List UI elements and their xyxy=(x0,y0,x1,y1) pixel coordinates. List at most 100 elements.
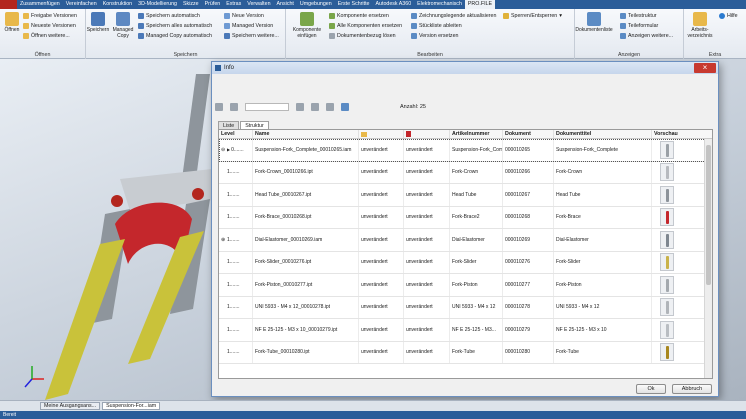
preview-thumbnail[interactable] xyxy=(660,185,674,204)
vertical-scrollbar[interactable] xyxy=(704,139,712,378)
ribbon-tab[interactable]: Konstruktion xyxy=(100,0,135,9)
ok-button[interactable]: Ok xyxy=(636,384,666,394)
komponente-ersetzen-button[interactable]: Komponente ersetzen xyxy=(329,12,389,20)
ribbon-tab[interactable]: 3D-Modellierung xyxy=(135,0,180,9)
col-level[interactable]: Level xyxy=(219,130,253,138)
grid-rows: ⊖ ▶ 0....... Suspension-Fork_Complete_00010… xyxy=(219,139,706,364)
copy-icon xyxy=(138,33,144,39)
ribbon-tab[interactable]: Skizze xyxy=(180,0,202,9)
ribbon-tab[interactable]: PRO.FILE xyxy=(464,0,496,9)
document-tab[interactable]: Meine Ausgangsans... xyxy=(40,402,101,410)
col-vorschau[interactable]: Vorschau xyxy=(652,130,712,138)
structure-icon[interactable] xyxy=(341,103,349,111)
version-ersetzen-button[interactable]: Version ersetzen xyxy=(411,32,458,40)
part-thumbnail-icon xyxy=(666,346,669,360)
table-row[interactable]: 1....... Fork-Crown_00010266.ipt unverände… xyxy=(219,161,706,184)
table-row[interactable]: 1....... Head Tube_00010267.ipt unveränder… xyxy=(219,184,706,207)
speichern-alles-automatisch-button[interactable]: Speichern alles automatisch xyxy=(138,22,212,30)
preview-thumbnail[interactable] xyxy=(660,253,674,272)
col-artikelnummer[interactable]: Artikelnummer xyxy=(450,130,503,138)
preview-thumbnail[interactable] xyxy=(660,320,674,339)
group-label-speichern: Speichern xyxy=(173,52,198,58)
ribbon-tab[interactable]: Umgebungen xyxy=(297,0,335,9)
list-view-icon[interactable] xyxy=(230,103,238,111)
col-name[interactable]: Name xyxy=(253,130,359,138)
version-icon xyxy=(224,23,230,29)
cell-title: UNI 5933 - M4 x 12 xyxy=(554,296,652,318)
application-menu-button[interactable] xyxy=(0,0,17,9)
speichern-automatisch-button[interactable]: Speichern automatisch xyxy=(138,12,200,20)
preview-thumbnail[interactable] xyxy=(660,163,674,182)
oeffnen-button[interactable]: Öffnen xyxy=(0,12,24,33)
scrollbar-thumb[interactable] xyxy=(706,145,711,285)
ribbon-tab[interactable]: Extras xyxy=(223,0,244,9)
document-tab[interactable]: Suspension-For...iam xyxy=(102,402,161,410)
dokumentenbezug-loesen-button[interactable]: Dokumentenbezug lösen xyxy=(329,32,396,40)
group-oeffnen: Öffnen Freigabe Versionen Neueste Versio… xyxy=(0,9,86,59)
ribbon-tab[interactable]: Prüfen xyxy=(202,0,224,9)
table-row[interactable]: 1....... UNI 5933 - M4 x 12_00010278.ipt u… xyxy=(219,296,706,319)
preview-thumbnail[interactable] xyxy=(660,208,674,227)
table-row[interactable]: ⊖ ▶ 0....... Suspension-Fork_Complete_00010… xyxy=(219,139,706,162)
undo-icon[interactable] xyxy=(326,103,334,111)
ribbon-tab[interactable]: Vereinfachen xyxy=(63,0,100,9)
preview-thumbnail[interactable] xyxy=(660,275,674,294)
speichern-weitere-button[interactable]: Speichern weitere... xyxy=(224,32,279,40)
cancel-button[interactable]: Abbruch xyxy=(672,384,712,394)
table-row[interactable]: 1....... Fork-Tube_00010280.ipt unveränder… xyxy=(219,341,706,364)
sperren-entsperren-button[interactable]: Sperren/Entsperren ▾ xyxy=(503,12,562,20)
preview-thumbnail[interactable] xyxy=(660,230,674,249)
table-row[interactable]: ⊕ 1....... Dial-Elastomer_00010269.iam unve… xyxy=(219,229,706,252)
cell-text-article: Suspension-Fork_Complete xyxy=(452,146,503,153)
ribbon-tab[interactable]: Elektromechanisch xyxy=(414,0,465,9)
teileformular-button[interactable]: Teileformular xyxy=(620,22,658,30)
ribbon-tab[interactable]: Verwalten xyxy=(244,0,273,9)
komponente-einfuegen-button[interactable]: Komponente einfügen xyxy=(288,12,326,39)
managed-copy-button[interactable]: Managed Copy xyxy=(111,12,135,39)
ribbon-tab[interactable]: Zusammenfügen xyxy=(17,0,63,9)
arbeitsverzeichnis-button[interactable]: Arbeits-verzeichnis xyxy=(685,12,715,39)
oeffnen-weitere-button[interactable]: Öffnen weitere... xyxy=(23,32,70,40)
hilfe-button[interactable]: Hilfe xyxy=(719,12,738,20)
dialog-titlebar[interactable]: Info × xyxy=(212,62,718,74)
dialog-toolbar xyxy=(215,101,356,113)
table-row[interactable]: 1....... Fork-Slider_00010276.ipt unveränd… xyxy=(219,251,706,274)
managed-copy-automatisch-button[interactable]: Managed Copy automatisch xyxy=(138,32,212,40)
unlink-icon xyxy=(329,33,335,39)
preview-thumbnail[interactable] xyxy=(660,343,674,362)
table-row[interactable]: 1....... Fork-Piston_00010277.ipt unveränd… xyxy=(219,274,706,297)
cell-s1: unverändert xyxy=(359,184,404,206)
freigabe-versionen-button[interactable]: Freigabe Versionen xyxy=(23,12,77,20)
anzeigen-weitere-button[interactable]: Anzeigen weitere... xyxy=(620,32,673,40)
table-row[interactable]: 1....... Fork-Brace_00010268.ipt unverände… xyxy=(219,206,706,229)
table-row[interactable]: 1....... NF E 25-125 - M3 x 10_00010279.i… xyxy=(219,319,706,342)
stueckliste-ableiten-button[interactable]: Stückliste ableiten xyxy=(411,22,462,30)
swap-icon[interactable] xyxy=(311,103,319,111)
col-status-pdf[interactable] xyxy=(404,130,450,138)
dokumentenliste-button[interactable]: Dokumentenliste xyxy=(575,12,613,33)
close-button[interactable]: × xyxy=(694,63,716,73)
col-dokument[interactable]: Dokument xyxy=(503,130,554,138)
grid-view-icon[interactable] xyxy=(215,103,223,111)
ribbon-tab[interactable]: Autodesk A360 xyxy=(373,0,415,9)
preview-thumbnail[interactable] xyxy=(660,140,674,159)
managed-version-button[interactable]: Managed Version xyxy=(224,22,273,30)
neueste-versionen-button[interactable]: Neueste Versionen xyxy=(23,22,76,30)
teilestruktur-button[interactable]: Teilestruktur xyxy=(620,12,657,20)
preview-thumbnail[interactable] xyxy=(660,298,674,317)
neue-version-button[interactable]: Neue Version xyxy=(224,12,264,20)
col-dokumenttitel[interactable]: Dokumenttitel xyxy=(554,130,652,138)
zeichnungslegende-aktualisieren-button[interactable]: Zeichnungslegende aktualisieren xyxy=(411,12,496,20)
current-row-icon: ▶ xyxy=(227,147,231,153)
sort-icon[interactable] xyxy=(296,103,304,111)
filter-field[interactable] xyxy=(245,103,289,111)
ribbon-tab[interactable]: Erste Schritte xyxy=(335,0,373,9)
ribbon-tab[interactable]: Ansicht xyxy=(274,0,297,9)
speichern-button[interactable]: Speichern xyxy=(86,12,110,33)
col-status-folder[interactable] xyxy=(359,130,404,138)
cell-level: ⊕ 1....... xyxy=(219,229,253,251)
cell-text-doc: 000010277 xyxy=(505,281,531,288)
cell-doc: 000010277 xyxy=(503,274,554,296)
app-icon xyxy=(215,65,221,71)
alle-komponenten-ersetzen-button[interactable]: Alle Komponenten ersetzen xyxy=(329,22,402,30)
